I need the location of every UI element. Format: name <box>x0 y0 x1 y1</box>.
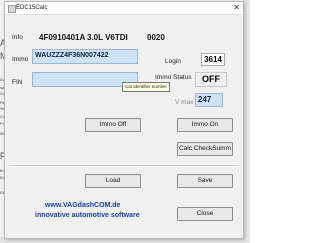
vmax-value: 247 <box>198 95 212 104</box>
website-link[interactable]: www.VAGdashCOM.de <box>45 202 120 209</box>
login-label: Login <box>165 58 181 65</box>
close-window-icon[interactable]: ✕ <box>233 3 240 12</box>
engine-type: 3.0L V6TDI <box>87 33 128 42</box>
info-label: Info <box>12 34 23 41</box>
immo-status-label: Immo Status <box>155 74 192 81</box>
immo-value: WAUZZZ4F36N007422 <box>35 52 109 59</box>
fin-label: FIN <box>12 79 23 86</box>
immo-tooltip: Car identifier number <box>122 82 171 92</box>
edc15calc-dialog: EDC15Calc ✕ Info 4F0910401A 3.0L V6TDI 0… <box>4 1 244 239</box>
vmax-label: V max <box>175 99 194 106</box>
immo-status-value: OFF <box>195 72 227 87</box>
save-button[interactable]: Save <box>177 174 233 188</box>
load-button[interactable]: Load <box>85 174 141 188</box>
immo-label: Immo <box>12 56 29 63</box>
immo-off-button[interactable]: Immo Off <box>85 118 141 132</box>
ecu-code: 0020 <box>147 33 165 42</box>
close-button[interactable]: Close <box>177 207 233 221</box>
login-value: 3614 <box>201 53 225 66</box>
slogan: innovative automotive software <box>35 212 140 219</box>
separator <box>9 165 239 167</box>
immo-field[interactable]: WAUZZZ4F36N007422 <box>32 49 138 64</box>
app-icon <box>8 5 16 13</box>
ecu-part-number: 4F0910401A <box>39 33 86 42</box>
window-title: EDC15Calc <box>16 5 48 11</box>
vmax-field[interactable]: 247 <box>195 93 223 107</box>
immo-on-button[interactable]: Immo On <box>177 118 233 132</box>
title-bar[interactable]: EDC15Calc ✕ <box>5 2 243 15</box>
calc-checksum-button[interactable]: Calc CheckSumm <box>177 142 233 156</box>
